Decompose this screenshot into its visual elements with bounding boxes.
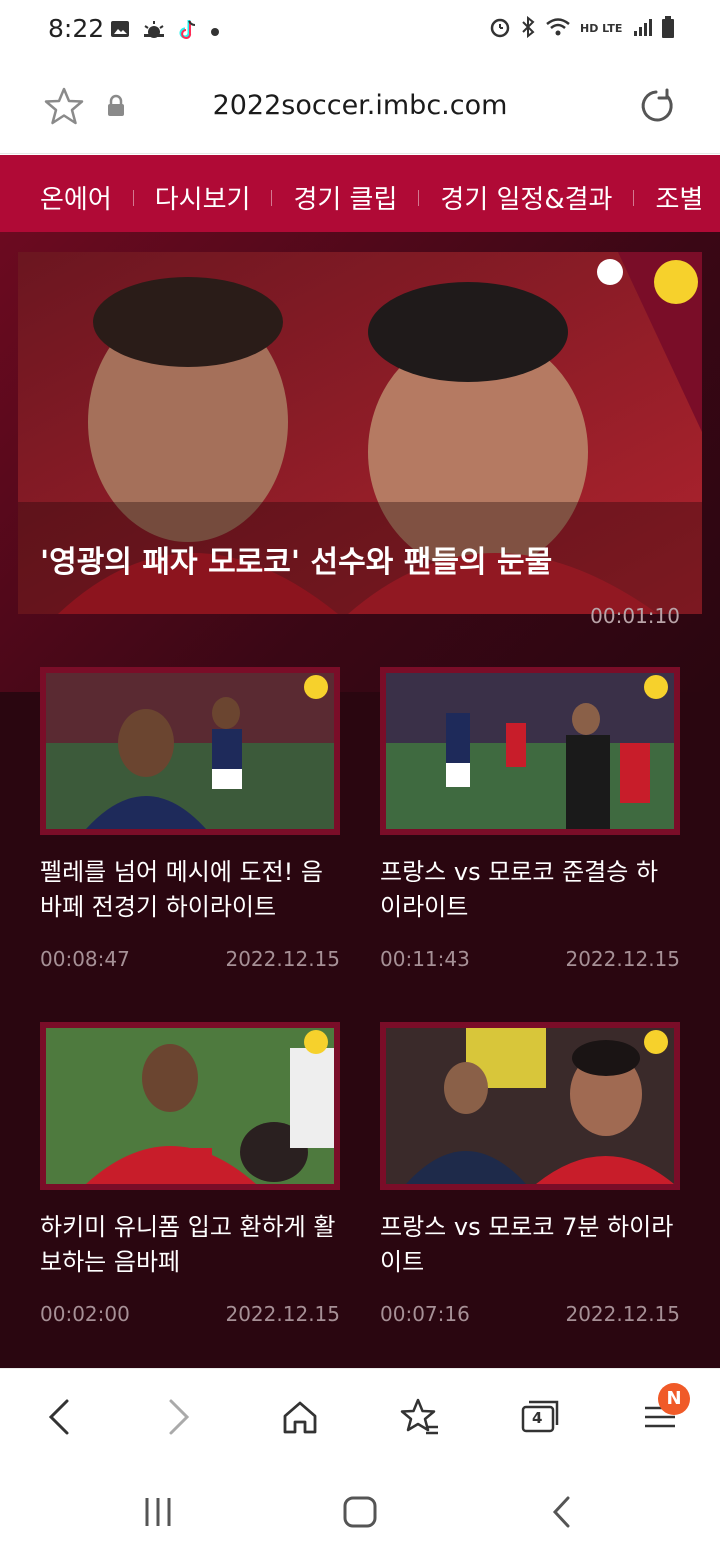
nav-divider [132, 189, 134, 206]
nav-item-clips[interactable]: 경기 클립 [293, 179, 397, 216]
gallery-icon [110, 20, 130, 42]
home-icon[interactable] [278, 1395, 322, 1439]
status-time: 8:22 [48, 14, 105, 43]
nav-item-group[interactable]: 조별 [655, 179, 703, 216]
nav-divider [633, 189, 635, 206]
reload-icon[interactable] [636, 86, 676, 130]
home-button-icon[interactable] [340, 1494, 380, 1530]
system-back-icon[interactable] [542, 1494, 582, 1530]
nav-divider [271, 189, 273, 206]
signal-icon [633, 17, 653, 41]
tabs-count: 4 [532, 1409, 543, 1427]
video-duration: 00:11:43 [380, 947, 470, 971]
video-date: 2022.12.15 [225, 1302, 340, 1326]
content-area: '영광의 패자 모로코' 선수와 팬들의 눈물 00:01:10 펠레를 넘어 … [0, 232, 720, 1368]
hero-duration: 00:01:10 [590, 604, 680, 628]
video-duration: 00:02:00 [40, 1302, 130, 1326]
video-thumbnail[interactable] [40, 1022, 340, 1190]
bluetooth-icon [520, 15, 536, 42]
video-date: 2022.12.15 [565, 1302, 680, 1326]
video-title[interactable]: 하키미 유니폼 입고 환하게 활보하는 음바페 [40, 1210, 340, 1280]
status-bar: 8:22 HD LTE [0, 0, 720, 60]
video-thumbnail[interactable] [380, 1022, 680, 1190]
bookmarks-icon[interactable] [398, 1395, 442, 1439]
nav-item-replay[interactable]: 다시보기 [155, 179, 251, 216]
video-thumbnail[interactable] [380, 667, 680, 835]
hero-title[interactable]: '영광의 패자 모로코' 선수와 팬들의 눈물 [40, 542, 560, 584]
browser-url-bar: 2022soccer.imbc.com [0, 60, 720, 154]
video-thumbnail[interactable] [40, 667, 340, 835]
video-duration: 00:08:47 [40, 947, 130, 971]
forward-icon[interactable] [158, 1395, 202, 1439]
notification-badge: N [658, 1383, 690, 1415]
dot-icon [210, 22, 220, 41]
alarm-icon [489, 16, 511, 42]
recent-apps-icon[interactable] [138, 1494, 178, 1530]
browser-toolbar: 4 N [0, 1368, 720, 1464]
video-title[interactable]: 프랑스 vs 모로코 준결승 하이라이트 [380, 855, 680, 925]
back-icon[interactable] [36, 1395, 80, 1439]
nav-divider [418, 189, 420, 206]
nav-item-onair[interactable]: 온에어 [40, 179, 112, 216]
video-title[interactable]: 프랑스 vs 모로코 7분 하이라이트 [380, 1210, 680, 1280]
url-address[interactable]: 2022soccer.imbc.com [0, 90, 720, 121]
tabs-icon[interactable]: 4 [518, 1395, 562, 1439]
hd-lte-icon: HD LTE [580, 22, 623, 35]
wifi-icon [545, 17, 571, 41]
nav-item-schedule[interactable]: 경기 일정&결과 [440, 179, 612, 216]
category-nav: 온에어 다시보기 경기 클립 경기 일정&결과 조별 [0, 155, 720, 232]
tiktok-icon [178, 18, 198, 44]
video-duration: 00:07:16 [380, 1302, 470, 1326]
weather-icon [142, 20, 166, 42]
system-navigation-bar [0, 1464, 720, 1560]
video-date: 2022.12.15 [225, 947, 340, 971]
video-date: 2022.12.15 [565, 947, 680, 971]
battery-icon [662, 16, 674, 42]
video-title[interactable]: 펠레를 넘어 메시에 도전! 음바페 전경기 하이라이트 [40, 855, 340, 925]
